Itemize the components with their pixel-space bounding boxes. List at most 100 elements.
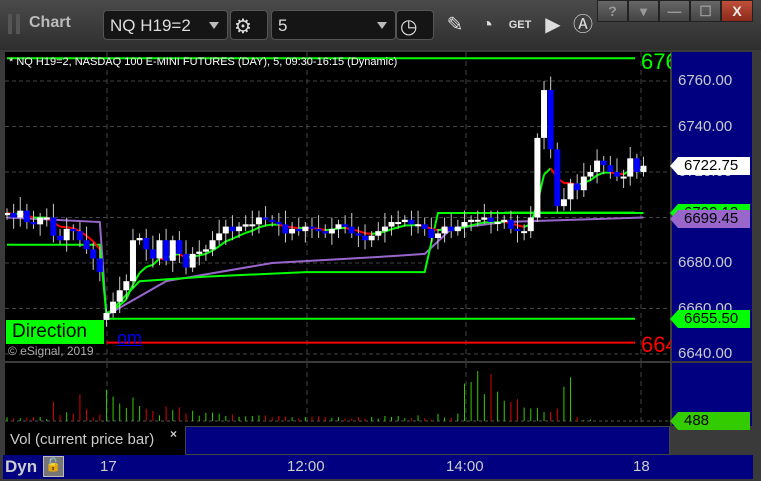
time-button[interactable]: ◷ xyxy=(396,10,434,40)
minimize-button[interactable]: — xyxy=(659,0,690,22)
candle-body xyxy=(362,235,369,241)
candle-body xyxy=(189,253,196,268)
ma-segment xyxy=(517,224,525,228)
candle-body xyxy=(434,233,441,238)
interval-dropdown[interactable]: 5 xyxy=(271,10,396,40)
candle-body xyxy=(229,226,236,232)
candle-body xyxy=(514,228,521,232)
candle-body xyxy=(70,228,77,232)
study-icon[interactable]: ◔ xyxy=(472,10,502,40)
price-axis[interactable]: 6760.006740.006720.006680.006660.006640.… xyxy=(670,52,752,362)
candle-body xyxy=(302,226,309,232)
volume-pane-strip xyxy=(185,426,670,455)
ma-segment xyxy=(138,266,147,274)
link-text[interactable]: om xyxy=(117,328,142,349)
chevron-down-icon xyxy=(377,22,387,29)
candle-body xyxy=(222,226,229,234)
chart-header: * NQ H19=2, NASDAQ 100 E-MINI FUTURES (D… xyxy=(9,56,398,68)
time-tick: 17 xyxy=(100,458,117,475)
alert-icon[interactable]: Ⓐ xyxy=(568,10,598,40)
price-tick: 6740.00 xyxy=(678,117,733,135)
get-icon[interactable]: GET xyxy=(505,10,535,40)
volume-label: Vol (current price bar) xyxy=(5,426,185,455)
time-axis[interactable]: Dyn 🔓 17 12:00 14:00 18 xyxy=(3,455,753,479)
ma-segment xyxy=(358,229,366,235)
drag-grip-icon[interactable] xyxy=(8,14,20,34)
ma-segment xyxy=(152,257,161,266)
candle-body xyxy=(83,240,90,250)
ma-segment xyxy=(470,222,478,227)
ma-segment xyxy=(391,226,399,231)
candle-body xyxy=(494,222,501,225)
candle-body xyxy=(421,224,428,229)
close-button[interactable]: X xyxy=(721,0,753,22)
candle-body xyxy=(123,281,130,291)
candle-body xyxy=(355,233,362,236)
ma-segment xyxy=(238,231,247,237)
candle-body xyxy=(275,222,282,225)
candle-body xyxy=(43,217,50,220)
ma-segment xyxy=(59,225,67,229)
candle-body xyxy=(607,165,614,172)
price-tick: 6680.00 xyxy=(678,254,733,271)
settings-button[interactable]: ⚙ xyxy=(230,10,268,40)
symbol-dropdown[interactable]: NQ H19=2 xyxy=(103,10,228,40)
candle-body xyxy=(640,165,647,172)
price-flag: 6699.45 xyxy=(670,209,750,228)
candle-body xyxy=(328,228,335,234)
candle-body xyxy=(289,228,296,234)
candle-body xyxy=(454,226,461,232)
candle-body xyxy=(308,226,315,229)
candle-body xyxy=(560,199,567,207)
candle-body xyxy=(541,90,548,138)
ma-segment xyxy=(258,224,266,229)
clock-icon: ◷ xyxy=(400,16,418,38)
ma-segment xyxy=(265,223,273,227)
time-tick: 14:00 xyxy=(446,458,484,475)
candle-body xyxy=(50,217,57,236)
candle-body xyxy=(335,224,342,229)
direction-label: Direction xyxy=(6,320,104,344)
price-tick: 6760.00 xyxy=(678,72,733,89)
candle-body xyxy=(30,222,37,225)
candle-body xyxy=(448,226,455,232)
candle-body xyxy=(315,228,322,232)
lock-icon[interactable]: 🔓 xyxy=(43,456,64,477)
chevron-down-icon xyxy=(209,22,219,29)
help-button[interactable]: ? xyxy=(597,0,628,22)
candle-body xyxy=(143,237,150,250)
bottom-level-label: 664 xyxy=(641,332,671,357)
candle-body xyxy=(5,212,10,216)
price-chart[interactable]: * NQ H19=2, NASDAQ 100 E-MINI FUTURES (D… xyxy=(5,49,671,361)
ma-segment xyxy=(397,224,406,229)
ma-segment xyxy=(232,234,240,240)
candle-body xyxy=(96,258,103,273)
pencil-icon[interactable]: ✎ xyxy=(440,10,470,40)
time-tick: 12:00 xyxy=(287,458,325,475)
candle-body xyxy=(388,222,395,227)
time-tick: 18 xyxy=(633,458,650,475)
play-icon[interactable]: ▶ xyxy=(538,10,568,40)
candle-body xyxy=(37,217,44,225)
candle-body xyxy=(567,183,574,200)
candle-body xyxy=(627,158,634,177)
candle-body xyxy=(202,249,209,252)
candle-body xyxy=(401,219,408,223)
candle-body xyxy=(501,219,508,223)
top-level-label: 676 xyxy=(641,49,671,74)
close-volume-icon[interactable]: × xyxy=(170,427,177,441)
menu-button[interactable]: ▾ xyxy=(628,0,659,22)
candle-body xyxy=(613,172,620,177)
candle-body xyxy=(269,219,276,223)
ma-segment xyxy=(199,252,207,257)
candle-body xyxy=(116,290,123,302)
ma-segment xyxy=(543,167,552,176)
candle-body xyxy=(110,301,117,314)
candle-body xyxy=(395,222,402,225)
candle-body xyxy=(282,224,289,234)
ma-segment xyxy=(145,263,154,268)
candle-body xyxy=(236,226,243,232)
window-title: Chart xyxy=(29,14,71,31)
volume-flag: 488 xyxy=(670,412,750,430)
maximize-button[interactable]: ☐ xyxy=(690,0,721,22)
